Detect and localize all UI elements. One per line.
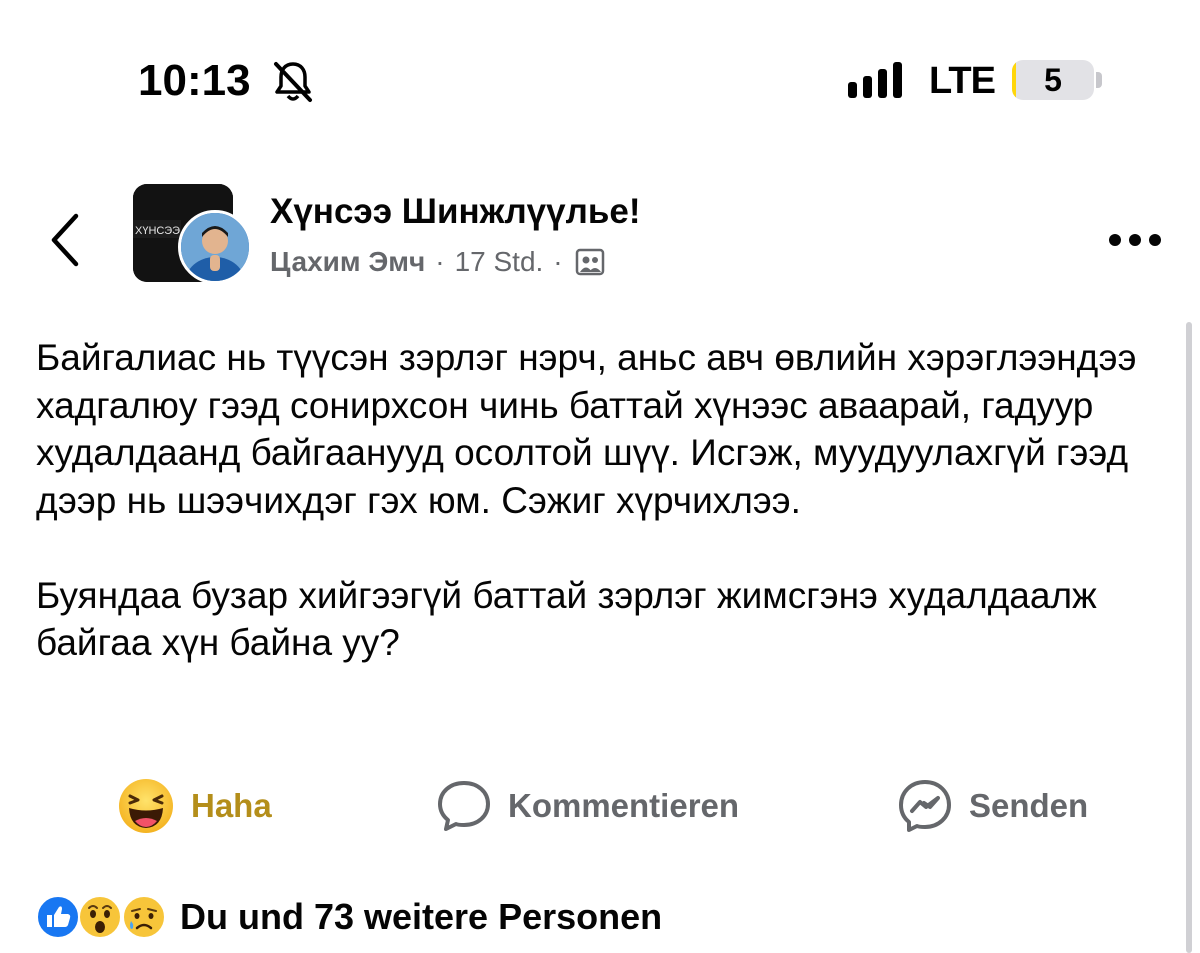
author-avatar[interactable] bbox=[178, 210, 252, 284]
status-time: 10:13 bbox=[138, 56, 251, 105]
messenger-icon bbox=[899, 780, 951, 832]
network-type: LTE bbox=[929, 60, 996, 102]
post-paragraph: Буяндаа бузар хийгээгүй баттай зэрлэг жи… bbox=[36, 574, 1097, 664]
post-time[interactable]: 17 Std. bbox=[455, 246, 544, 278]
scrollbar[interactable] bbox=[1186, 322, 1192, 953]
post-meta: Цахим Эмч · 17 Std. · bbox=[270, 246, 605, 278]
meta-separator: · bbox=[435, 246, 445, 277]
post-text: Байгалиас нь түүсэн зэрлэг нэрч, аньс ав… bbox=[36, 334, 1176, 667]
like-icon bbox=[36, 895, 80, 939]
send-label: Senden bbox=[969, 787, 1089, 824]
more-icon[interactable] bbox=[1108, 233, 1162, 247]
author-name[interactable]: Цахим Эмч bbox=[270, 246, 425, 278]
group-name[interactable]: Хүнсээ Шинжлүүлье! bbox=[270, 192, 640, 232]
meta-separator: · bbox=[553, 246, 563, 277]
chevron-left-icon[interactable] bbox=[42, 208, 88, 272]
wow-icon bbox=[78, 895, 122, 939]
haha-icon bbox=[119, 779, 173, 833]
comment-button[interactable]: Kommentieren bbox=[436, 780, 739, 832]
reactions-summary[interactable]: Du und 73 weitere Personen bbox=[36, 893, 662, 941]
haha-label: Haha bbox=[191, 787, 272, 824]
reactions-summary-text: Du und 73 weitere Personen bbox=[180, 896, 663, 937]
post-paragraph: Байгалиас нь түүсэн зэрлэг нэрч, аньс ав… bbox=[36, 337, 1137, 521]
author-avatar-art bbox=[181, 213, 249, 281]
battery-icon: 5 bbox=[1012, 60, 1094, 100]
battery-cap bbox=[1096, 72, 1102, 88]
comment-label: Kommentieren bbox=[508, 787, 740, 824]
haha-reaction-button[interactable]: Haha bbox=[117, 779, 272, 833]
sad-icon bbox=[122, 895, 166, 939]
reaction-icons bbox=[36, 895, 172, 939]
send-button[interactable]: Senden bbox=[897, 780, 1088, 832]
battery-percent: 5 bbox=[1044, 62, 1062, 98]
signal-icon bbox=[848, 62, 902, 98]
comment-icon bbox=[438, 781, 490, 831]
bell-slash-icon bbox=[274, 62, 312, 102]
group-audience-icon bbox=[575, 248, 604, 276]
